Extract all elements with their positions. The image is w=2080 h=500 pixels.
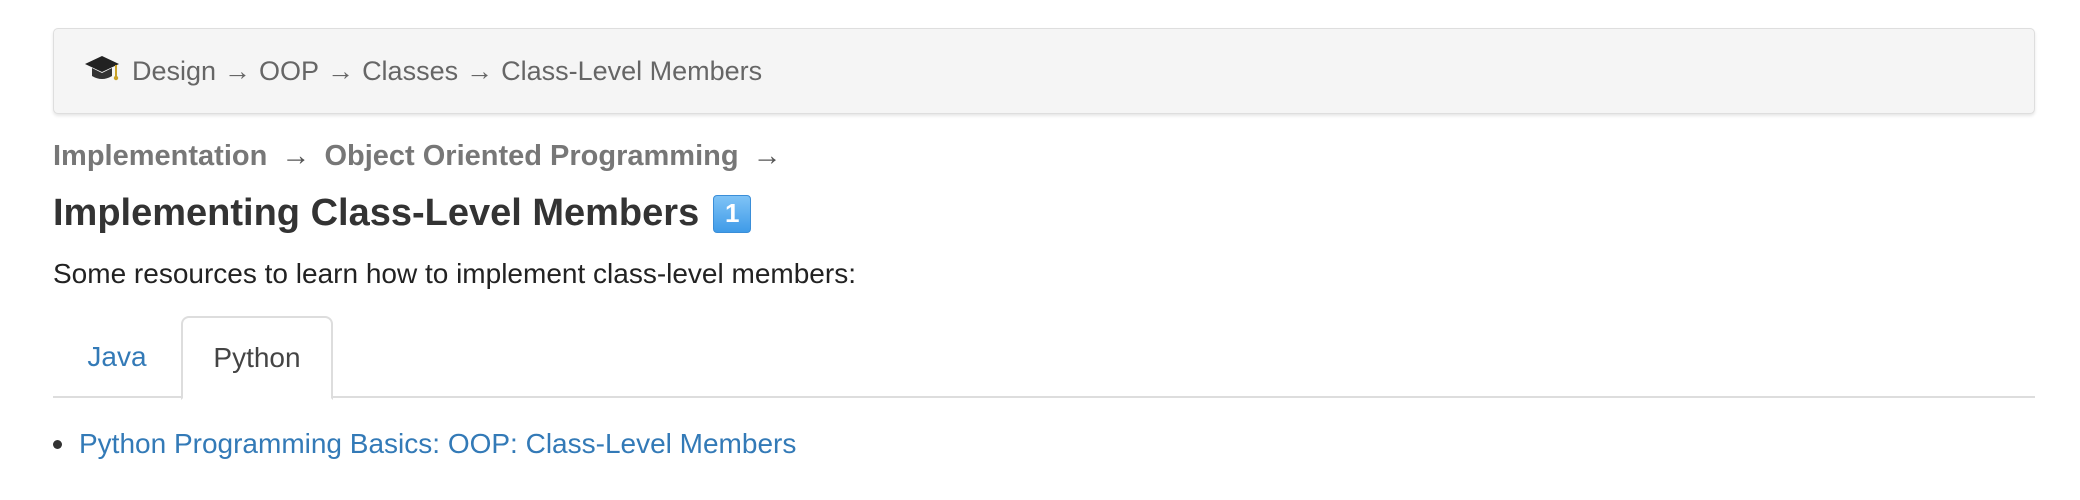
breadcrumb-separator: → [224,55,252,86]
tab-java[interactable]: Java [53,316,181,398]
breadcrumb-separator: → [327,55,355,86]
bullet-icon [53,439,62,449]
breadcrumb: Design → OOP → Classes → Class-Level Mem… [53,28,2035,114]
breadcrumb-separator: → [466,55,494,86]
tab-java-label: Java [87,341,147,372]
level-badge: 1 [713,194,752,233]
intro-text: Some resources to learn how to implement… [53,258,856,289]
list-item: Python Programming Basics: OOP: Class-Le… [53,428,796,460]
topic-trail-item-implementation[interactable]: Implementation [53,140,267,172]
topic-trail: Implementation → Object Oriented Program… [53,140,788,173]
topic-trail-separator: → [752,140,782,172]
breadcrumb-item-oop[interactable]: OOP [259,56,319,87]
tab-python[interactable]: Python [181,316,333,400]
graduation-cap-icon [85,56,119,81]
page: Design → OOP → Classes → Class-Level Mem… [0,0,2080,500]
tab-python-label: Python [213,342,301,373]
resource-link[interactable]: Python Programming Basics: OOP: Class-Le… [79,428,796,460]
page-title-text: Implementing Class-Level Members [53,192,700,234]
breadcrumb-item-classes[interactable]: Classes [362,56,458,87]
tab-bar: Java Python [53,316,2035,400]
topic-trail-separator: → [281,140,311,172]
page-title: Implementing Class-Level Members 1 [53,192,752,235]
topic-trail-item-oop[interactable]: Object Oriented Programming [324,140,738,172]
resource-list: Python Programming Basics: OOP: Class-Le… [53,428,796,460]
breadcrumb-item-design[interactable]: Design [132,56,216,87]
breadcrumb-item-class-level-members[interactable]: Class-Level Members [501,56,762,87]
